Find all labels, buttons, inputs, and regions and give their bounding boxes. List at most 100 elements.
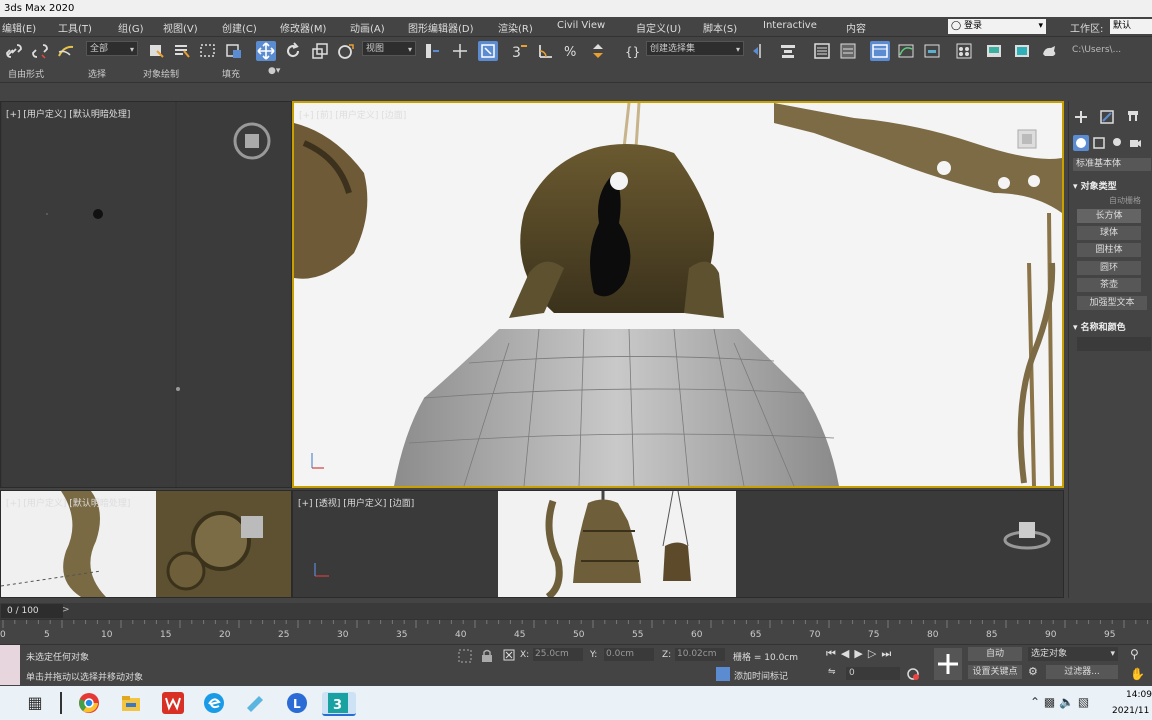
sphere-button[interactable]: 球体 — [1077, 226, 1141, 240]
task-view-icon[interactable]: ▦ — [24, 692, 46, 714]
viewport-perspective[interactable]: [+] [前] [用户定义] [边面] — [292, 101, 1064, 488]
viewcube-icon[interactable] — [232, 121, 272, 161]
ribbon-options-icon[interactable]: ●▾ — [268, 66, 280, 76]
lights-category-icon[interactable] — [1111, 137, 1123, 152]
x-coord-field[interactable]: 25.0cm — [533, 648, 583, 661]
category-dropdown[interactable]: 标准基本体 — [1073, 158, 1151, 171]
hierarchy-tab-icon[interactable] — [1125, 109, 1141, 128]
schematic-view-icon[interactable] — [922, 41, 942, 61]
add-time-tag-label[interactable]: 添加时间标记 — [734, 669, 788, 682]
menu-views[interactable]: 视图(V) — [163, 20, 198, 35]
ribbon-tab-freeform[interactable]: 自由形式 — [8, 67, 44, 80]
next-frame-arrow-icon[interactable]: > — [62, 605, 72, 617]
auto-key-button[interactable]: 自动 — [968, 647, 1022, 661]
angle-snap-icon[interactable] — [536, 41, 556, 61]
set-key-icon[interactable] — [934, 648, 962, 680]
select-by-name-icon[interactable] — [172, 41, 192, 61]
box-button[interactable]: 长方体 — [1077, 209, 1141, 223]
track-bar[interactable]: 0 5 10 15 20 25 30 35 40 45 50 55 60 65 … — [0, 619, 1152, 645]
network-icon[interactable]: ▩ — [1044, 695, 1055, 709]
project-path[interactable]: C:\Users\... — [1072, 43, 1152, 58]
window-crossing-icon[interactable] — [224, 41, 244, 61]
select-scale-icon[interactable] — [310, 41, 330, 61]
key-filter-icon[interactable]: ⚙ — [1028, 665, 1038, 678]
z-coord-field[interactable]: 10.02cm — [675, 648, 725, 661]
absolute-mode-icon[interactable] — [503, 649, 515, 664]
unlink-icon[interactable] — [30, 41, 50, 61]
key-mode-toggle-icon[interactable]: ⇋ — [828, 667, 836, 677]
tray-expand-icon[interactable]: ⌃ — [1030, 695, 1040, 709]
ribbon-tab-populate[interactable]: 填充 — [222, 67, 240, 80]
signin-dropdown[interactable]: ◯ 登录 ▾ — [948, 19, 1046, 34]
cylinder-button[interactable]: 圆柱体 — [1077, 243, 1141, 257]
menu-interactive[interactable]: Interactive — [763, 20, 817, 31]
mirror-icon[interactable] — [750, 41, 770, 61]
pan-icon[interactable]: ✋ — [1130, 667, 1145, 681]
viewport-top-left[interactable]: [+] [用户定义] [默认明暗处理] — [0, 101, 292, 488]
viewport-label[interactable]: [+] [透视] [用户定义] [边面] — [298, 496, 414, 509]
add-time-tag-icon[interactable] — [716, 667, 730, 681]
curve-editor-icon[interactable] — [896, 41, 916, 61]
play-icon[interactable]: ▶ — [854, 647, 867, 660]
y-coord-field[interactable]: 0.0cm — [604, 648, 654, 661]
name-color-rollout[interactable]: ▾ 名称和颜色 — [1073, 320, 1126, 333]
select-object-icon[interactable] — [146, 41, 166, 61]
geometry-category-icon[interactable] — [1073, 135, 1089, 151]
taskbar-date[interactable]: 2021/11 — [1112, 706, 1149, 716]
key-selection-dropdown[interactable]: 选定对象 ▾ — [1028, 647, 1118, 661]
wps-office-icon[interactable] — [162, 692, 184, 714]
select-move-icon[interactable] — [256, 41, 276, 61]
chrome-icon[interactable] — [78, 692, 100, 714]
render-production-icon[interactable] — [1040, 41, 1060, 61]
maxscript-listener-icon[interactable] — [0, 645, 20, 685]
app-l-icon[interactable]: L — [286, 692, 308, 714]
select-rotate-icon[interactable] — [283, 41, 303, 61]
menu-civil-view[interactable]: Civil View — [557, 20, 605, 31]
menu-animation[interactable]: 动画(A) — [350, 20, 385, 35]
toggle-ribbon-icon[interactable] — [870, 41, 890, 61]
shapes-category-icon[interactable] — [1093, 137, 1105, 152]
selection-filter-dropdown[interactable]: 全部 ▾ — [86, 41, 138, 56]
spinner-snap-icon[interactable] — [588, 41, 608, 61]
snaps-toggle-icon[interactable]: 3 — [510, 41, 530, 61]
cameras-category-icon[interactable] — [1129, 137, 1141, 152]
viewport-label[interactable]: [+] [用户定义] [默认明暗处理] — [6, 107, 130, 120]
object-name-field[interactable] — [1077, 337, 1151, 351]
viewport-label[interactable]: [+] [用户定义] [默认明暗处理] — [6, 496, 130, 509]
next-frame-icon[interactable]: ▷ — [868, 647, 881, 660]
reference-coordinate-dropdown[interactable]: 视图 ▾ — [362, 41, 416, 56]
viewport-bottom-left[interactable]: [+] [用户定义] [默认明暗处理] — [0, 490, 292, 598]
menu-tools[interactable]: 工具(T) — [58, 20, 92, 35]
previous-frame-icon[interactable]: ◀ — [841, 647, 854, 660]
keyboard-shortcut-override-icon[interactable] — [478, 41, 498, 61]
workspace-dropdown[interactable]: 默认 — [1110, 19, 1152, 34]
time-slider[interactable]: 0 / 100 > — [0, 603, 1152, 619]
viewport-bottom-middle[interactable]: [+] [透视] [用户定义] [边面] — [292, 490, 1064, 598]
menu-scripting[interactable]: 脚本(S) — [703, 20, 737, 35]
menu-group[interactable]: 组(G) — [118, 20, 144, 35]
object-type-rollout[interactable]: ▾ 对象类型 — [1073, 179, 1117, 192]
rendered-frame-window-icon[interactable] — [1012, 41, 1032, 61]
select-place-icon[interactable] — [336, 41, 356, 61]
create-tab-icon[interactable] — [1073, 109, 1089, 128]
edit-named-selection-icon[interactable]: {} — [622, 41, 642, 61]
link-icon[interactable] — [4, 41, 24, 61]
percent-snap-icon[interactable]: % — [562, 41, 582, 61]
viewcube-icon[interactable] — [1003, 516, 1051, 552]
menu-modifiers[interactable]: 修改器(M) — [280, 20, 326, 35]
viewcube-icon[interactable] — [1016, 128, 1038, 150]
menu-graph-editors[interactable]: 图形编辑器(D) — [408, 20, 474, 35]
menu-content[interactable]: 内容 — [846, 20, 866, 35]
go-to-end-icon[interactable]: ⏭ — [881, 647, 896, 660]
3ds-max-taskbar-icon[interactable]: 3 — [322, 692, 356, 716]
ribbon-tab-object-paint[interactable]: 对象绘制 — [143, 67, 179, 80]
go-to-start-icon[interactable]: ⏮ — [826, 647, 841, 660]
named-selection-dropdown[interactable]: 创建选择集 ▾ — [646, 41, 744, 56]
scene-explorer-icon[interactable] — [812, 41, 832, 61]
rectangular-selection-icon[interactable] — [198, 41, 218, 61]
menu-create[interactable]: 创建(C) — [222, 20, 257, 35]
menu-rendering[interactable]: 渲染(R) — [498, 20, 533, 35]
pivot-center-icon[interactable] — [422, 41, 442, 61]
select-manipulate-icon[interactable] — [450, 41, 470, 61]
material-editor-icon[interactable] — [954, 41, 974, 61]
